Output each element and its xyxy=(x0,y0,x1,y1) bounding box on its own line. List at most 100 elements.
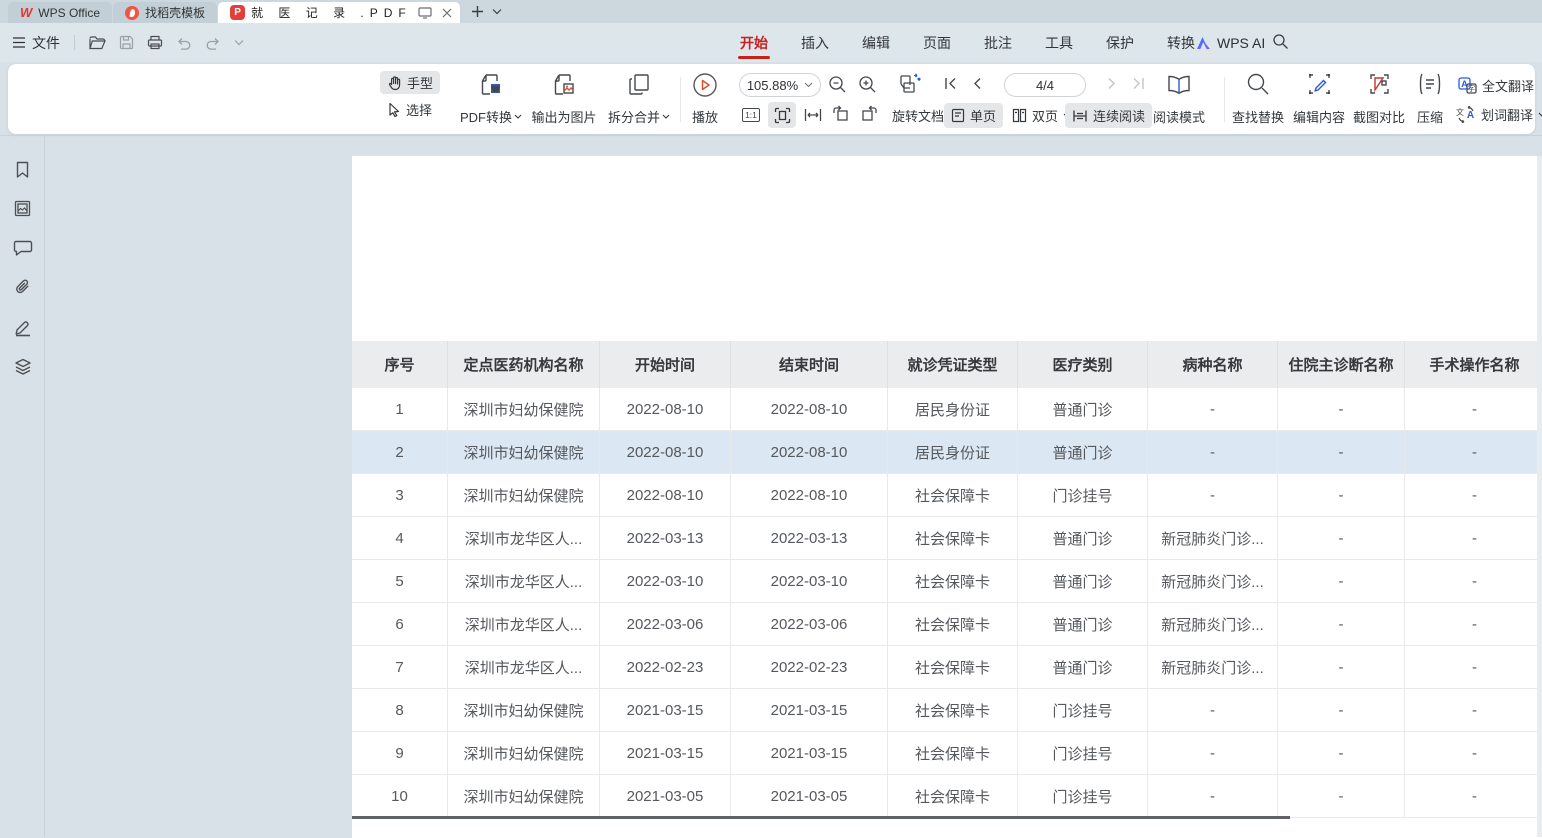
compress-button[interactable]: 压缩 xyxy=(1412,72,1448,126)
new-tab-button[interactable] xyxy=(471,5,484,18)
word-translate-button[interactable]: 文A 划词翻译 xyxy=(1456,105,1542,124)
fit-page-icon xyxy=(774,107,791,124)
table-row[interactable]: 4深圳市龙华区人...2022-03-132022-03-13社会保障卡普通门诊… xyxy=(352,517,1542,560)
table-header-cell: 住院主诊断名称 xyxy=(1278,341,1405,388)
monitor-icon[interactable] xyxy=(418,7,432,19)
rotate-left-icon[interactable] xyxy=(831,105,850,122)
select-tool-button[interactable]: 选择 xyxy=(380,98,440,121)
zoom-out-icon[interactable] xyxy=(828,75,847,94)
fit-width-button[interactable] xyxy=(799,102,827,128)
menu-item-insert[interactable]: 插入 xyxy=(799,24,831,62)
previous-page-icon[interactable] xyxy=(972,77,981,90)
table-cell: - xyxy=(1405,775,1542,818)
full-text-translate-button[interactable]: A字 全文翻译 xyxy=(1458,76,1534,95)
menu-item-tools[interactable]: 工具 xyxy=(1043,24,1075,62)
menu-item-edit[interactable]: 编辑 xyxy=(860,24,892,62)
table-body: 1深圳市妇幼保健院2022-08-102022-08-10居民身份证普通门诊--… xyxy=(352,388,1542,818)
export-as-image-button[interactable]: 输出为图片 xyxy=(522,72,606,126)
table-row[interactable]: 10深圳市妇幼保健院2021-03-052021-03-05社会保障卡门诊挂号-… xyxy=(352,775,1542,818)
print-icon[interactable] xyxy=(147,35,163,50)
table-row[interactable]: 7深圳市龙华区人...2022-02-232022-02-23社会保障卡普通门诊… xyxy=(352,646,1542,689)
table-cell: - xyxy=(1278,732,1405,775)
find-replace-search-icon xyxy=(1246,72,1270,96)
last-page-icon[interactable] xyxy=(1132,77,1145,90)
table-cell: - xyxy=(1148,388,1278,431)
menu-search-icon[interactable] xyxy=(1272,33,1289,50)
wps-ai-button[interactable]: WPS AI xyxy=(1196,23,1265,62)
menu-item-protect[interactable]: 保护 xyxy=(1104,24,1136,62)
table-row[interactable]: 2深圳市妇幼保健院2022-08-102022-08-10居民身份证普通门诊--… xyxy=(352,431,1542,474)
bookmarks-panel-icon[interactable] xyxy=(13,160,32,180)
redo-icon[interactable] xyxy=(205,36,221,50)
continuous-reading-button[interactable]: 连续阅读 xyxy=(1065,103,1152,128)
table-cell: 2021-03-15 xyxy=(600,689,731,732)
screenshot-compare-icon xyxy=(1367,72,1392,96)
thumbnails-panel-icon[interactable] xyxy=(13,199,32,218)
select-tool-label: 选择 xyxy=(406,100,432,119)
menu-item-convert[interactable]: 转换 xyxy=(1165,24,1197,62)
screenshot-compare-button[interactable]: 截图对比 xyxy=(1350,72,1408,126)
tab-medical-record-pdf[interactable]: P 就 医 记 录 .PDF xyxy=(218,2,460,23)
qat-more-chevron-icon[interactable] xyxy=(234,39,244,46)
hand-tool-button[interactable]: 手型 xyxy=(380,71,440,94)
table-cell: 门诊挂号 xyxy=(1018,689,1148,732)
tab-docer-templates[interactable]: 找稻壳模板 xyxy=(113,2,217,23)
layers-panel-icon[interactable] xyxy=(13,357,33,377)
rotate-pages-icon[interactable] xyxy=(898,73,922,95)
close-tab-icon[interactable] xyxy=(442,8,452,18)
tab-list-chevron-icon[interactable] xyxy=(492,8,502,15)
first-page-icon[interactable] xyxy=(944,77,957,90)
table-cell: 2022-03-06 xyxy=(731,603,888,646)
find-replace-button[interactable]: 查找替换 xyxy=(1229,72,1287,126)
table-row[interactable]: 9深圳市妇幼保健院2021-03-152021-03-15社会保障卡门诊挂号--… xyxy=(352,732,1542,775)
rotate-right-icon[interactable] xyxy=(860,105,879,122)
table-header-cell: 医疗类别 xyxy=(1018,341,1148,388)
medical-records-table: 序号定点医药机构名称开始时间结束时间就诊凭证类型医疗类别病种名称住院主诊断名称手… xyxy=(352,341,1542,818)
table-row[interactable]: 3深圳市妇幼保健院2022-08-102022-08-10社会保障卡门诊挂号--… xyxy=(352,474,1542,517)
table-cell: 2022-08-10 xyxy=(731,474,888,517)
table-row[interactable]: 5深圳市龙华区人...2022-03-102022-03-10社会保障卡普通门诊… xyxy=(352,560,1542,603)
play-button[interactable]: 播放 xyxy=(684,72,726,126)
hand-icon xyxy=(387,75,402,91)
pdf-page[interactable]: 序号定点医药机构名称开始时间结束时间就诊凭证类型医疗类别病种名称住院主诊断名称手… xyxy=(352,156,1542,838)
comments-panel-icon[interactable] xyxy=(13,239,33,257)
table-header-cell: 开始时间 xyxy=(600,341,731,388)
vertical-scrollbar[interactable] xyxy=(1537,156,1542,837)
single-page-view-button[interactable]: 单页 xyxy=(944,103,1003,128)
actual-size-button[interactable]: 1:1 xyxy=(737,102,765,128)
table-row[interactable]: 8深圳市妇幼保健院2021-03-152021-03-15社会保障卡门诊挂号--… xyxy=(352,689,1542,732)
rotate-document-button[interactable]: 旋转文档 xyxy=(892,106,944,125)
save-icon[interactable] xyxy=(119,35,134,50)
table-bottom-scrollbar[interactable] xyxy=(352,816,1290,819)
split-merge-label: 拆分合并 xyxy=(608,107,660,126)
annotation-pen-icon[interactable] xyxy=(13,317,33,337)
split-merge-button[interactable]: 拆分合并 xyxy=(600,72,678,126)
table-cell: 2022-08-10 xyxy=(731,388,888,431)
table-cell: - xyxy=(1278,560,1405,603)
open-file-icon[interactable] xyxy=(89,36,106,50)
pdf-convert-label: PDF转换 xyxy=(460,107,512,126)
next-page-icon[interactable] xyxy=(1108,77,1117,90)
table-cell: 社会保障卡 xyxy=(888,689,1018,732)
menu-item-comment[interactable]: 批注 xyxy=(982,24,1014,62)
table-row[interactable]: 6深圳市龙华区人...2022-03-062022-03-06社会保障卡普通门诊… xyxy=(352,603,1542,646)
table-cell: 深圳市妇幼保健院 xyxy=(448,388,600,431)
wps-ai-label: WPS AI xyxy=(1217,35,1265,51)
menu-item-home[interactable]: 开始 xyxy=(738,24,770,62)
read-mode-button[interactable]: 阅读模式 xyxy=(1150,72,1208,126)
table-row[interactable]: 1深圳市妇幼保健院2022-08-102022-08-10居民身份证普通门诊--… xyxy=(352,388,1542,431)
zoom-level-select[interactable]: 105.88% xyxy=(739,73,821,97)
fit-page-button[interactable] xyxy=(768,102,796,128)
menu-item-page[interactable]: 页面 xyxy=(921,24,953,62)
zoom-in-icon[interactable] xyxy=(858,75,877,94)
edit-content-button[interactable]: 编辑内容 xyxy=(1290,72,1348,126)
attachments-panel-icon[interactable] xyxy=(13,278,33,298)
table-cell: 深圳市妇幼保健院 xyxy=(448,732,600,775)
pdf-convert-button[interactable]: W PDF转换 xyxy=(454,72,528,126)
document-canvas[interactable]: 序号定点医药机构名称开始时间结束时间就诊凭证类型医疗类别病种名称住院主诊断名称手… xyxy=(46,136,1542,837)
table-cell: 2022-02-23 xyxy=(600,646,731,689)
tab-wps-office[interactable]: W WPS Office xyxy=(8,2,112,23)
file-menu-button[interactable]: 文件 xyxy=(12,33,60,53)
page-number-input[interactable]: 4/4 xyxy=(1004,73,1086,97)
undo-icon[interactable] xyxy=(176,36,192,50)
